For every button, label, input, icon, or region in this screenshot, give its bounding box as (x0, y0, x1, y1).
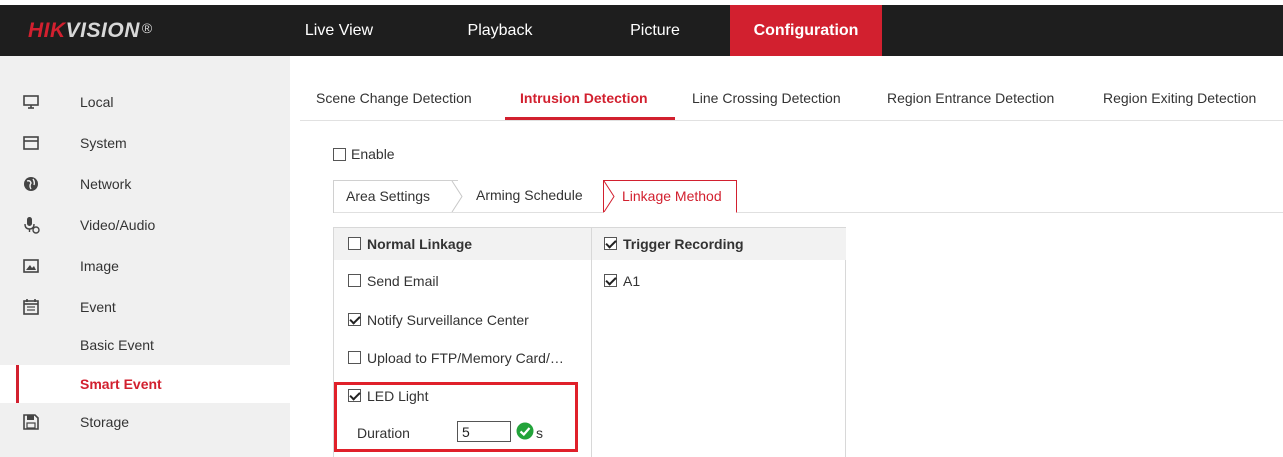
microphone-icon (24, 217, 40, 234)
top-navigation-bar: HIKVISION ® Live View Playback Picture Co… (0, 5, 1283, 56)
column-divider (591, 228, 592, 457)
subtab-chevron-separator (451, 181, 463, 212)
image-icon (23, 259, 39, 273)
a1-label: A1 (623, 273, 641, 289)
normal-linkage-checkbox[interactable] (348, 237, 361, 251)
send-email-label: Send Email (367, 273, 439, 289)
sidebar-subitem-basic-event[interactable]: Basic Event (0, 326, 290, 364)
trigger-recording-checkbox[interactable] (604, 237, 617, 251)
sidebar-item-label: Image (80, 258, 119, 274)
nav-picture[interactable]: Picture (610, 5, 700, 56)
logo-registered-mark: ® (141, 20, 153, 36)
sidebar-item-label: Storage (80, 414, 130, 430)
sidebar-item-system[interactable]: System (0, 125, 290, 161)
trigger-recording-label: Trigger Recording (623, 236, 744, 252)
linkage-row-notify-surveillance-center[interactable]: Notify Surveillance Center (348, 310, 529, 330)
globe-icon (24, 177, 38, 191)
tabs-divider (300, 120, 1283, 121)
tab-region-entrance-detection[interactable]: Region Entrance Detection (887, 80, 1054, 120)
enable-checkbox[interactable] (333, 147, 346, 161)
sidebar-subitem-label: Basic Event (80, 337, 154, 353)
a1-checkbox[interactable] (604, 274, 617, 288)
tab-scene-change-detection[interactable]: Scene Change Detection (316, 80, 472, 120)
enable-checkbox-row[interactable]: Enable (333, 144, 395, 164)
sidebar-item-video-audio[interactable]: Video/Audio (0, 207, 290, 243)
notify-surveillance-center-checkbox[interactable] (348, 313, 361, 327)
subtab-label: Linkage Method (622, 188, 722, 204)
tab-line-crossing-detection[interactable]: Line Crossing Detection (692, 80, 841, 120)
linkage-row-send-email[interactable]: Send Email (348, 271, 439, 291)
sidebar-item-image[interactable]: Image (0, 248, 290, 284)
sidebar-item-label: Local (80, 94, 114, 110)
subtab-chevron-separator (603, 181, 615, 212)
logo-brand-text: HIK (28, 19, 66, 42)
sidebar-item-label: Event (80, 299, 116, 315)
window-icon (23, 136, 39, 150)
active-tab-underline (505, 117, 675, 120)
subtab-arming-schedule[interactable]: Arming Schedule (476, 180, 583, 213)
notify-surveillance-center-label: Notify Surveillance Center (367, 312, 529, 328)
upload-ftp-label: Upload to FTP/Memory Card/… (367, 350, 564, 366)
nav-configuration[interactable]: Configuration (730, 5, 882, 56)
nav-live-view[interactable]: Live View (291, 5, 387, 56)
trigger-recording-header: Trigger Recording (592, 228, 846, 260)
upload-ftp-checkbox[interactable] (348, 351, 361, 365)
calendar-icon (23, 299, 39, 315)
sidebar-subitem-label: Smart Event (80, 376, 162, 392)
normal-linkage-label: Normal Linkage (367, 236, 473, 252)
floppy-icon (23, 414, 39, 430)
duration-unit: s (536, 425, 543, 441)
sidebar-item-storage[interactable]: Storage (0, 404, 290, 440)
linkage-row-upload-ftp[interactable]: Upload to FTP/Memory Card/… (348, 348, 564, 368)
subtab-label: Area Settings (346, 188, 431, 204)
nav-playback[interactable]: Playback (450, 5, 550, 56)
sidebar-item-network[interactable]: Network (0, 166, 290, 202)
sidebar-item-label: Network (80, 176, 132, 192)
check-circle-icon (516, 422, 534, 440)
tab-region-exiting-detection[interactable]: Region Exiting Detection (1103, 80, 1256, 120)
sidebar-subitem-smart-event[interactable]: Smart Event (0, 365, 290, 403)
normal-linkage-header: Normal Linkage (334, 228, 591, 260)
enable-label: Enable (351, 146, 395, 162)
sidebar-item-label: System (80, 135, 127, 151)
sidebar-item-local[interactable]: Local (0, 84, 290, 120)
hikvision-logo: HIKVISION ® (28, 5, 153, 56)
logo-rest-text: VISION (65, 19, 140, 42)
subtab-area-settings[interactable]: Area Settings (333, 180, 458, 213)
duration-input[interactable] (457, 421, 511, 442)
subtab-linkage-method[interactable]: Linkage Method (603, 180, 737, 213)
sidebar-item-label: Video/Audio (80, 217, 156, 233)
tab-intrusion-detection[interactable]: Intrusion Detection (520, 80, 648, 120)
duration-label: Duration (357, 425, 410, 441)
trigger-row-a1[interactable]: A1 (604, 271, 640, 291)
monitor-icon (23, 95, 39, 109)
sidebar-item-event[interactable]: Event (0, 289, 290, 325)
send-email-checkbox[interactable] (348, 274, 361, 288)
